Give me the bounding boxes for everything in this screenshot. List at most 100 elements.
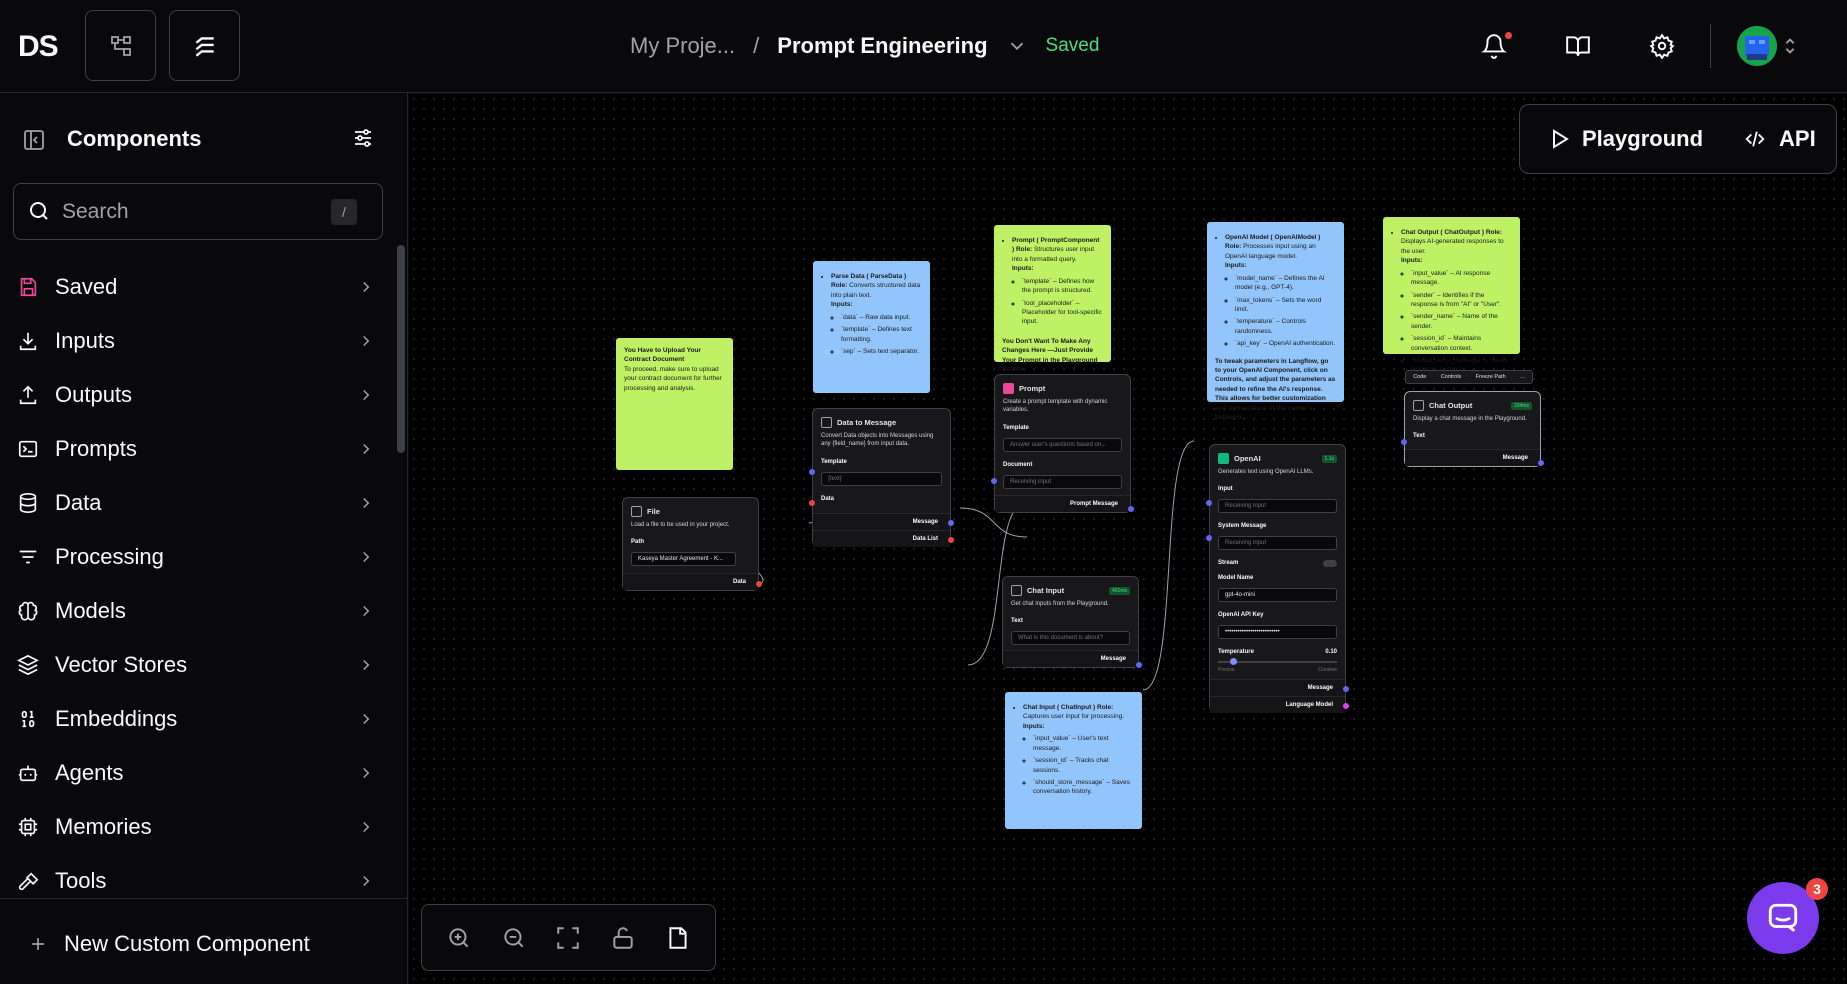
file-path-input[interactable]: Kaseya Master Agreement - K...: [631, 552, 736, 567]
fit-view-icon[interactable]: [555, 925, 581, 951]
output-port-message[interactable]: [948, 520, 954, 526]
sidebar-item-models[interactable]: Models: [16, 589, 376, 633]
sidebar-item-agents[interactable]: Agents: [16, 751, 376, 795]
sidebar-item-memories[interactable]: Memories: [16, 805, 376, 849]
model-name-select[interactable]: gpt-4o-mini: [1218, 588, 1337, 603]
search-shortcut: /: [331, 199, 357, 225]
node-prompt[interactable]: Prompt Create a prompt template with dyn…: [991, 374, 1134, 513]
sidebar-item-data[interactable]: Data: [16, 481, 376, 525]
chevrons-up-down-icon: [1785, 38, 1795, 54]
components-sidebar: Components Search / Saved Inputs Outputs…: [0, 93, 408, 984]
output-port-prompt[interactable]: [1128, 506, 1134, 512]
output-port-language-model[interactable]: [1343, 703, 1349, 709]
input-port-document[interactable]: [991, 478, 997, 484]
output-port-message[interactable]: [1343, 686, 1349, 692]
settings-button[interactable]: [1646, 30, 1678, 62]
note-prompt[interactable]: Prompt ( PromptComponent ) Role: Structu…: [994, 225, 1111, 373]
api-key-input[interactable]: ••••••••••••••••••••••••••: [1218, 625, 1337, 640]
input-port-system-message[interactable]: [1206, 535, 1212, 541]
note-chatin[interactable]: Chat Input ( ChatInput ) Role: Captures …: [1005, 692, 1142, 829]
sidebar-scrollbar[interactable]: [397, 245, 405, 453]
zoom-out-icon[interactable]: [501, 925, 527, 951]
sidebar-filter-button[interactable]: [351, 126, 375, 155]
langflow-icon: [195, 36, 214, 57]
toolbar-controls[interactable]: Controls: [1441, 374, 1461, 380]
playground-button[interactable]: Playground: [1550, 126, 1703, 152]
component-search[interactable]: Search /: [13, 183, 383, 240]
docs-button[interactable]: [1562, 30, 1594, 62]
langflow-home-button[interactable]: [169, 10, 240, 81]
sidebar-item-embeddings[interactable]: Embeddings: [16, 697, 376, 741]
input-port-input[interactable]: [1206, 500, 1212, 506]
node-chat-output[interactable]: Chat Output 334ms Display a chat message …: [1401, 391, 1544, 467]
zoom-in-icon[interactable]: [446, 925, 472, 951]
search-input[interactable]: Search: [62, 200, 129, 224]
chevron-right-icon: [363, 659, 370, 671]
sidebar-item-prompts[interactable]: Prompts: [16, 427, 376, 471]
output-port-message[interactable]: [1136, 662, 1142, 668]
app-logo[interactable]: DS: [18, 30, 59, 64]
flow-name[interactable]: Prompt Engineering: [777, 33, 987, 59]
system-message-input[interactable]: Receiving input: [1218, 536, 1337, 551]
note-inputs-label: Inputs:: [1401, 257, 1423, 265]
sidebar-item-inputs[interactable]: Inputs: [16, 319, 376, 363]
api-label: API: [1779, 126, 1816, 151]
sidebar-item-processing[interactable]: Processing: [16, 535, 376, 579]
stream-toggle[interactable]: [1323, 560, 1337, 568]
field-label: Stream: [1218, 560, 1239, 567]
note-openai[interactable]: OpenAI Model ( OpenAIModel ) Role: Proce…: [1207, 222, 1344, 421]
output-port-data-list[interactable]: [948, 537, 954, 543]
api-button[interactable]: API: [1743, 126, 1816, 152]
input-port-data[interactable]: [809, 500, 815, 506]
node-file[interactable]: File Load a file to be used in your proj…: [622, 497, 762, 591]
sidebar-item-outputs[interactable]: Outputs: [16, 373, 376, 417]
node-chat-input[interactable]: Chat Input 401ms Get chat inputs from the…: [1002, 576, 1142, 668]
note-footer: To tweak parameters in Langflow, go to y…: [1215, 357, 1336, 422]
unlock-icon[interactable]: [610, 925, 636, 951]
output-port-message[interactable]: [1538, 460, 1544, 466]
collapse-sidebar-button[interactable]: [22, 128, 46, 157]
node-data-to-message[interactable]: Data to Message Convert Data objects int…: [809, 408, 954, 547]
binary-icon: [21, 710, 35, 728]
flow-tree-button[interactable]: [85, 10, 156, 81]
prompt-template-input[interactable]: Answer user's questions based on...: [1003, 437, 1122, 452]
input-port-template[interactable]: [809, 469, 815, 475]
toolbar-freeze[interactable]: Freeze Path: [1476, 374, 1506, 380]
sidebar-item-vector-stores[interactable]: Vector Stores: [16, 643, 376, 687]
sliders-icon: [355, 129, 371, 147]
sidebar-item-label: Processing: [55, 544, 164, 569]
note-item: `session_id` – Maintains conversation co…: [1411, 334, 1512, 353]
account-menu-toggle[interactable]: [1780, 30, 1800, 62]
new-custom-component-button[interactable]: New Custom Component: [28, 931, 310, 957]
run-time-badge: 334ms: [1510, 401, 1532, 410]
avatar[interactable]: [1737, 26, 1777, 66]
sidebar-item-tools[interactable]: Tools: [16, 859, 376, 903]
note-item: `temperature` – Controls randomness.: [1235, 317, 1336, 336]
toolbar-code[interactable]: Code: [1413, 374, 1426, 380]
note-item: `model_name` – Defines the AI model (e.g…: [1235, 274, 1336, 293]
sidebar-item-label: Data: [55, 490, 102, 515]
node-openai[interactable]: OpenAI 1.1s Generates text using OpenAI L…: [1206, 444, 1349, 713]
note-icon[interactable]: [665, 925, 691, 951]
slider-handle[interactable]: [1229, 658, 1237, 666]
field-label: Text: [1413, 433, 1425, 440]
output-port-data[interactable]: [756, 581, 762, 587]
node-title: File: [647, 507, 660, 516]
note-parse[interactable]: Parse Data ( ParseData ) Role: Converts …: [813, 261, 930, 393]
breadcrumb-project[interactable]: My Proje...: [630, 33, 735, 59]
sidebar-item-label: Agents: [55, 760, 124, 785]
sidebar-item-saved[interactable]: Saved: [16, 265, 376, 309]
gear-icon: [1649, 33, 1675, 59]
chevron-down-icon[interactable]: [1006, 35, 1028, 57]
note-chatout[interactable]: Chat Output ( ChatOutput ) Role: Display…: [1383, 217, 1520, 373]
openai-input[interactable]: Receiving input: [1218, 499, 1337, 514]
note-item: `input_value` – AI response message.: [1411, 269, 1512, 288]
document-input[interactable]: Receiving input: [1003, 474, 1122, 489]
input-port-text[interactable]: [1401, 439, 1407, 445]
toolbar-more[interactable]: ...: [1520, 374, 1525, 380]
note-upload[interactable]: You Have to Upload Your Contract Documen…: [616, 338, 733, 470]
temperature-slider[interactable]: [1218, 658, 1337, 666]
flow-canvas[interactable]: You Have to Upload Your Contract Documen…: [409, 94, 1847, 984]
template-input[interactable]: {text}: [821, 471, 942, 486]
chat-text-input[interactable]: What is this document is about?: [1011, 631, 1130, 646]
